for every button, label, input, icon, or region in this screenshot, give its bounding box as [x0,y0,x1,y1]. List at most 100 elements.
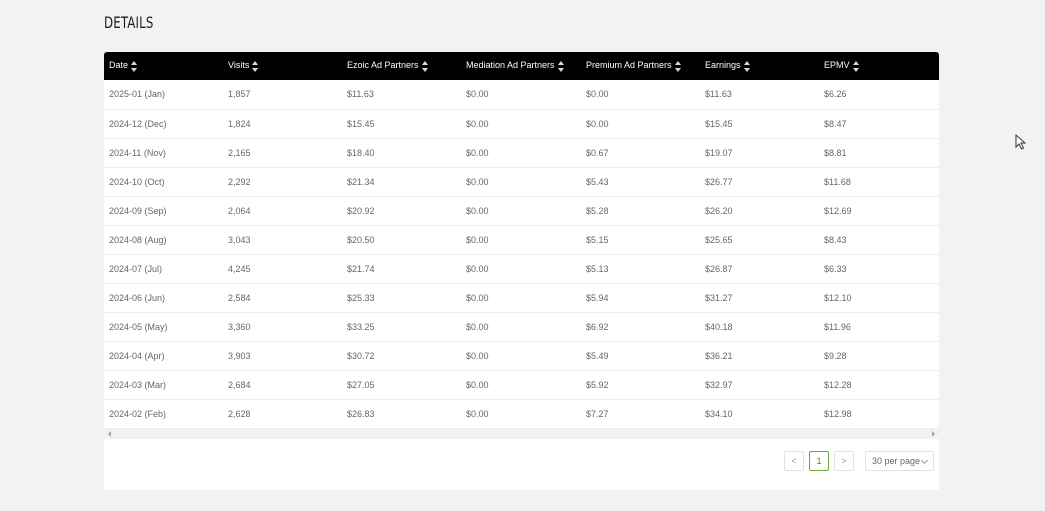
table-row: 2024-10 (Oct) 2,292 $21.34 $0.00 $5.43 $26.77… [104,167,939,196]
cell-date: 2024-02 (Feb) [109,408,167,419]
cell-visits: 2,628 [228,408,251,419]
cell-mediation-ad-partners: $0.00 [466,205,489,216]
scroll-left-icon[interactable] [108,431,111,437]
details-card: Date Visits Ezoic Ad Partners Mediation … [104,52,939,490]
cell-premium-ad-partners: $5.15 [586,234,609,245]
cell-visits: 2,165 [228,147,251,158]
cell-date: 2025-01 (Jan) [109,89,166,100]
cell-premium-ad-partners: $6.92 [586,321,609,332]
cell-mediation-ad-partners: $0.00 [466,292,489,303]
page-size-select[interactable]: 30 per page [865,451,934,471]
table-row: 2024-06 (Jun) 2,584 $25.33 $0.00 $5.94 $31.27… [104,283,939,312]
cell-ezoic-ad-partners: $33.25 [347,321,375,332]
cell-premium-ad-partners: $0.00 [586,118,609,129]
cell-ezoic-ad-partners: $21.34 [347,176,375,187]
sort-icon[interactable] [743,60,750,72]
cell-epmv: $12.10 [824,292,852,303]
cell-premium-ad-partners: $5.13 [586,263,609,274]
cell-visits: 4,245 [228,263,251,274]
cell-mediation-ad-partners: $0.00 [466,321,489,332]
cell-epmv: $12.69 [824,205,852,216]
cell-earnings: $11.63 [705,89,732,100]
sort-icon[interactable] [131,60,138,72]
cell-epmv: $8.81 [824,147,847,158]
cell-visits: 2,292 [228,176,251,187]
cell-visits: 1,857 [228,89,251,100]
page-size-label: 30 per page [872,456,921,466]
sort-icon[interactable] [252,60,259,72]
mouse-pointer-icon [1015,134,1027,150]
cell-mediation-ad-partners: $0.00 [466,234,489,245]
cell-earnings: $26.20 [705,205,733,216]
cell-date: 2024-08 (Aug) [109,234,167,245]
cell-visits: 3,903 [228,350,251,361]
cell-date: 2024-06 (Jun) [109,292,166,303]
page-button-1[interactable]: 1 [809,451,829,471]
cell-epmv: $6.33 [824,263,847,274]
cell-date: 2024-05 (May) [109,321,168,332]
table-header-row: Date Visits Ezoic Ad Partners Mediation … [104,52,939,80]
cell-mediation-ad-partners: $0.00 [466,89,489,100]
section-title: DETAILS [104,13,154,32]
sort-icon[interactable] [557,60,564,72]
cell-visits: 2,584 [228,292,251,303]
sort-icon[interactable] [421,60,428,72]
table-body: 2025-01 (Jan) 1,857 $11.63 $0.00 $0.00 $11.63… [104,80,939,428]
cell-epmv: $9.28 [824,350,847,361]
column-header-earnings[interactable]: Earnings [700,52,819,80]
cell-premium-ad-partners: $5.28 [586,205,609,216]
cell-premium-ad-partners: $5.92 [586,379,609,390]
cell-earnings: $40.18 [705,321,733,332]
cell-ezoic-ad-partners: $11.63 [347,89,374,100]
cell-mediation-ad-partners: $0.00 [466,176,489,187]
sort-icon[interactable] [852,60,859,72]
cell-epmv: $11.96 [824,321,851,332]
cell-date: 2024-04 (Apr) [109,350,165,361]
cell-earnings: $31.27 [705,292,733,303]
cell-earnings: $26.77 [705,176,733,187]
cell-earnings: $36.21 [705,350,733,361]
scroll-right-icon[interactable] [932,431,935,437]
cell-earnings: $19.07 [705,147,733,158]
cell-epmv: $8.43 [824,234,847,245]
next-page-button[interactable]: > [834,451,854,471]
column-header-mediation-ad-partners[interactable]: Mediation Ad Partners [461,52,581,80]
cell-ezoic-ad-partners: $21.74 [347,263,375,274]
cell-visits: 2,064 [228,205,251,216]
cell-ezoic-ad-partners: $15.45 [347,118,375,129]
cell-visits: 3,043 [228,234,251,245]
cell-mediation-ad-partners: $0.00 [466,147,489,158]
column-header-ezoic-ad-partners[interactable]: Ezoic Ad Partners [342,52,461,80]
cell-date: 2024-12 (Dec) [109,118,167,129]
table-row: 2024-09 (Sep) 2,064 $20.92 $0.00 $5.28 $26.20… [104,196,939,225]
prev-page-button[interactable]: < [784,451,804,471]
table-row: 2024-11 (Nov) 2,165 $18.40 $0.00 $0.67 $19.07… [104,138,939,167]
cell-earnings: $15.45 [705,118,733,129]
cell-epmv: $6.26 [824,89,847,100]
column-header-visits[interactable]: Visits [223,52,342,80]
cell-earnings: $26.87 [705,263,733,274]
horizontal-scrollbar[interactable] [104,429,939,439]
cell-ezoic-ad-partners: $27.05 [347,379,375,390]
column-header-epmv[interactable]: EPMV [819,52,939,80]
cell-mediation-ad-partners: $0.00 [466,263,489,274]
cell-ezoic-ad-partners: $25.33 [347,292,375,303]
cell-date: 2024-11 (Nov) [109,147,166,158]
cell-epmv: $12.98 [824,408,852,419]
cell-date: 2024-03 (Mar) [109,379,167,390]
cell-mediation-ad-partners: $0.00 [466,379,489,390]
cell-premium-ad-partners: $5.43 [586,176,609,187]
column-header-premium-ad-partners[interactable]: Premium Ad Partners [581,52,700,80]
cell-visits: 1,824 [228,118,251,129]
cell-date: 2024-09 (Sep) [109,205,167,216]
sort-icon[interactable] [674,60,681,72]
cell-ezoic-ad-partners: $20.92 [347,205,375,216]
cell-mediation-ad-partners: $0.00 [466,350,489,361]
column-header-date[interactable]: Date [104,52,223,80]
cell-epmv: $11.68 [824,176,851,187]
cell-earnings: $25.65 [705,234,733,245]
table-row: 2024-04 (Apr) 3,903 $30.72 $0.00 $5.49 $36.21… [104,341,939,370]
cell-visits: 2,684 [228,379,251,390]
cell-premium-ad-partners: $7.27 [586,408,609,419]
table-row: 2024-05 (May) 3,360 $33.25 $0.00 $6.92 $40.18… [104,312,939,341]
